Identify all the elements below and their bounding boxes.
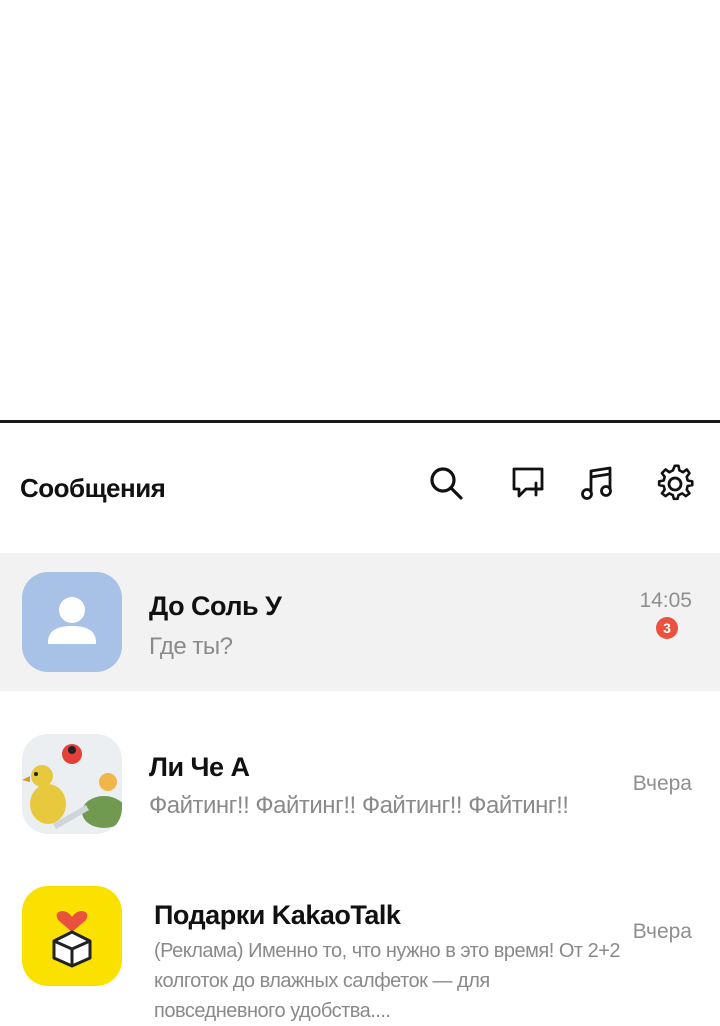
chat-preview: Где ты?: [149, 633, 233, 660]
chat-preview: Файтинг!! Файтинг!! Файтинг!! Файтинг!!: [149, 792, 569, 819]
chat-name: Подарки KakaoTalk: [154, 900, 401, 930]
chat-time: 14:05: [639, 589, 692, 612]
gift-box-icon: [22, 886, 122, 986]
default-profile-icon: [22, 572, 122, 672]
unread-badge: 3: [656, 617, 678, 639]
chat-list-header: Сообщения: [0, 423, 720, 553]
gear-icon[interactable]: [653, 461, 697, 505]
chat-item-do-sol-u[interactable]: До Соль У Где ты? 14:05 3: [0, 553, 720, 691]
chat-name: До Соль У: [149, 591, 282, 621]
blank-area: [0, 0, 720, 420]
chat-name: Ли Че А: [149, 752, 250, 782]
chat-preview: (Реклама) Именно то, что нужно в это вре…: [154, 940, 621, 1022]
music-icon[interactable]: [576, 461, 620, 505]
chat-item-kakaotalk-gifts[interactable]: Подарки KakaoTalk (Реклама) Именно то, ч…: [0, 868, 720, 1022]
new-chat-icon[interactable]: [506, 461, 550, 505]
photo-avatar: [22, 734, 122, 834]
chat-time: Вчера: [632, 920, 692, 943]
page-title: Сообщения: [20, 473, 166, 503]
chat-item-li-che-a[interactable]: Ли Че А Файтинг!! Файтинг!! Файтинг!! Фа…: [0, 714, 720, 854]
chat-time: Вчера: [632, 772, 692, 795]
search-icon[interactable]: [424, 461, 468, 505]
